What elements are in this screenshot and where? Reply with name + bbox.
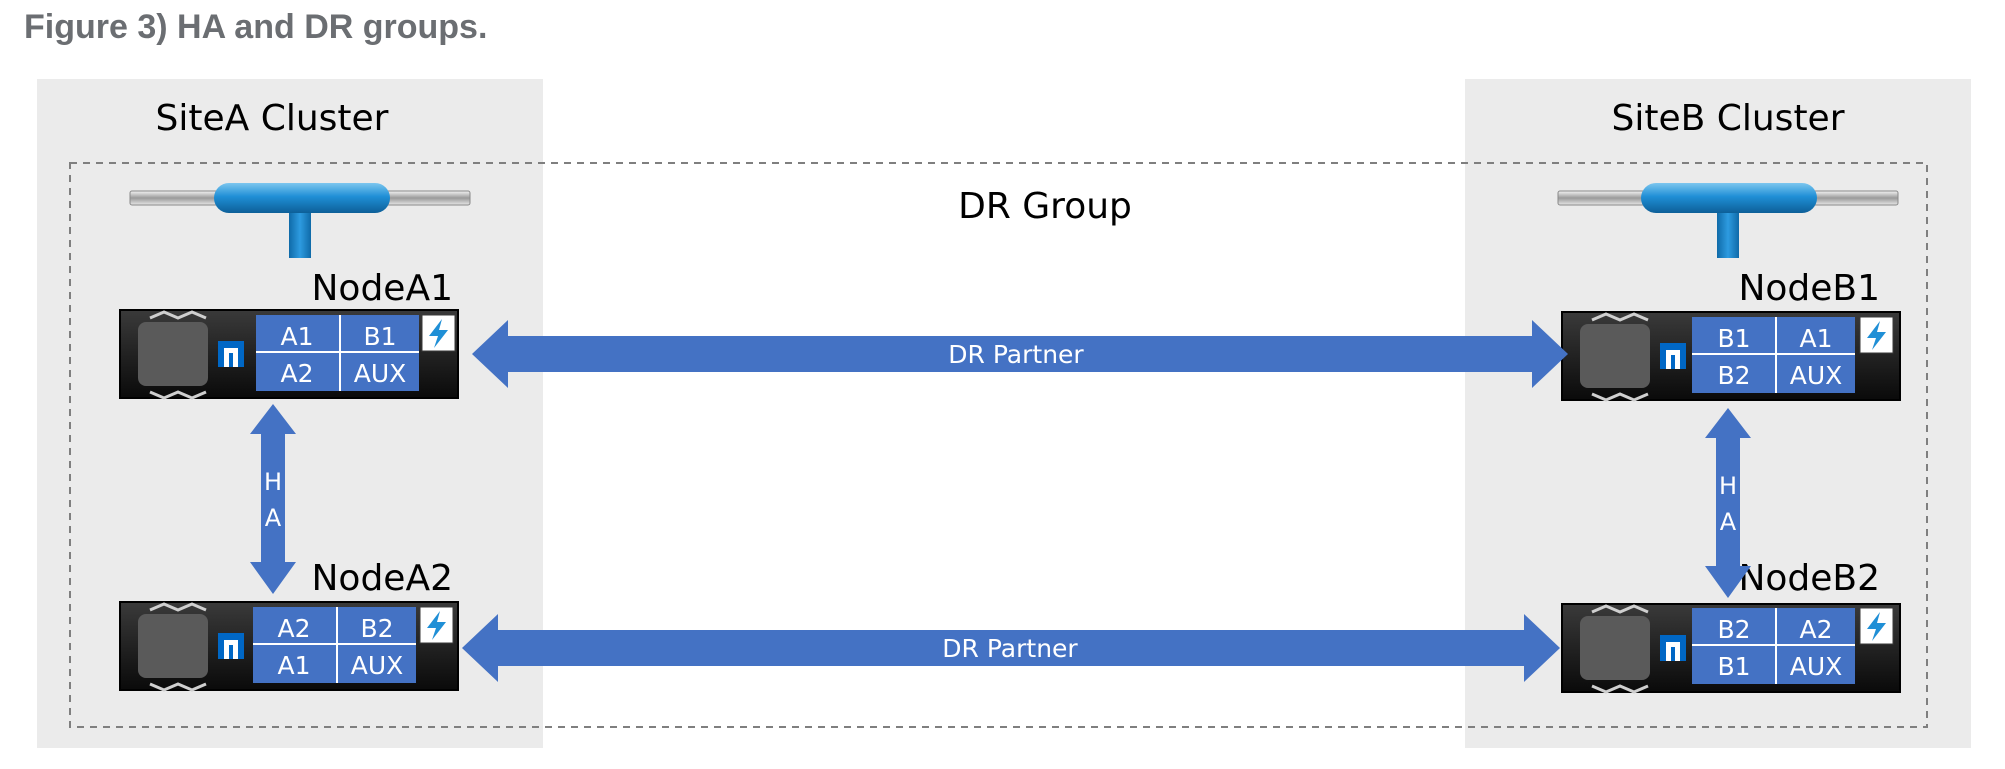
ha-dr-diagram: SiteA Cluster SiteB Cluster DR Group Nod… (37, 79, 1971, 748)
port-label: B2 (360, 614, 393, 643)
netapp-logo-icon (218, 341, 244, 367)
port-label: AUX (1790, 361, 1843, 390)
node-a2-label: NodeA2 (312, 558, 454, 599)
netapp-logo-icon (218, 633, 244, 659)
site-b-label: SiteB Cluster (1611, 98, 1844, 139)
port-label: A1 (280, 322, 313, 351)
ha-letter: H (264, 468, 282, 496)
port-label: AUX (1790, 652, 1843, 681)
ha-letter: A (265, 504, 282, 532)
node-b1-controller: B1 A1 B2 AUX (1561, 311, 1901, 402)
port-label: A1 (277, 651, 310, 680)
node-a1-label: NodeA1 (312, 268, 454, 309)
port-label: AUX (351, 651, 404, 680)
lightning-icon (1859, 607, 1894, 645)
node-b2-controller: B2 A2 B1 AUX (1561, 603, 1901, 694)
dr-partner-label-bottom: DR Partner (942, 634, 1078, 663)
port-label: A2 (1799, 615, 1832, 644)
lightning-icon (421, 314, 456, 352)
node-a2-controller: A2 B2 A1 AUX (119, 601, 459, 692)
ha-letter: H (1719, 472, 1737, 500)
dr-partner-label-top: DR Partner (948, 340, 1084, 369)
port-label: AUX (354, 359, 407, 388)
dr-partner-arrow-bottom: DR Partner (462, 614, 1560, 682)
port-label: B1 (1717, 324, 1750, 353)
port-label: A2 (280, 359, 313, 388)
port-label: A1 (1799, 324, 1832, 353)
node-a1-controller: A1 B1 A2 AUX (119, 309, 459, 400)
port-label: A2 (277, 614, 310, 643)
dr-partner-arrow-top: DR Partner (472, 320, 1568, 388)
port-label: B1 (363, 322, 396, 351)
site-a-label: SiteA Cluster (156, 98, 389, 139)
dr-group-label: DR Group (958, 186, 1132, 227)
node-b1-label: NodeB1 (1738, 268, 1880, 309)
node-b2-label: NodeB2 (1738, 558, 1880, 599)
lightning-icon (1859, 316, 1894, 354)
port-label: B2 (1717, 361, 1750, 390)
port-label: B2 (1717, 615, 1750, 644)
netapp-logo-icon (1660, 635, 1686, 661)
ha-letter: A (1720, 508, 1737, 536)
port-label: B1 (1717, 652, 1750, 681)
netapp-logo-icon (1660, 343, 1686, 369)
lightning-icon (419, 606, 454, 644)
